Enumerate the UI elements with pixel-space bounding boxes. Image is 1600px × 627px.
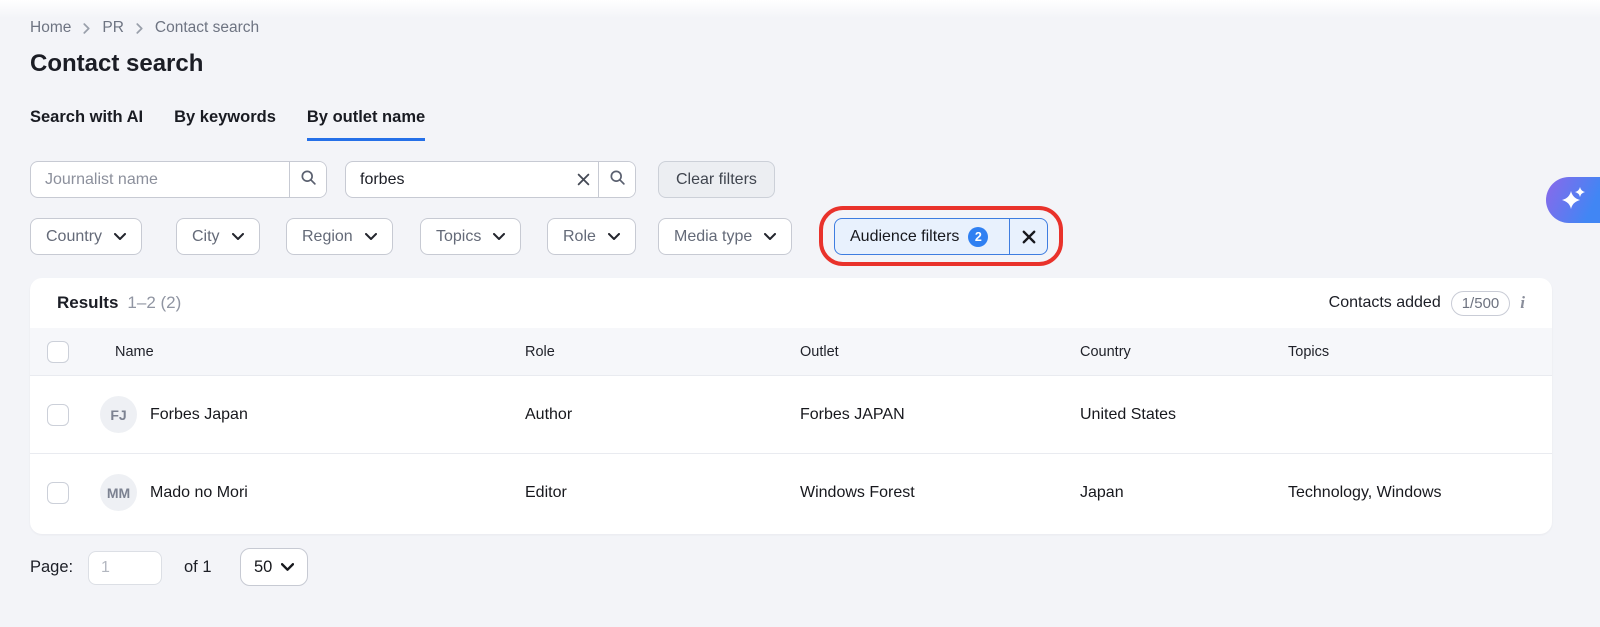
contact-name[interactable]: Mado no Mori [150,484,248,502]
chevron-down-icon [231,228,244,246]
contact-topics-cell: Technology, Windows [1288,483,1442,501]
search-button[interactable] [289,162,326,197]
contact-role-cell: Editor [525,483,567,501]
filter-city-dropdown[interactable]: City [176,218,260,255]
column-header-role[interactable]: Role [525,328,555,375]
chevron-down-icon [764,228,777,246]
filter-country-dropdown[interactable]: Country [30,218,143,255]
page-count-label: of 1 [184,558,212,576]
page-label: Page: [30,558,74,576]
column-header-name[interactable]: Name [115,328,154,375]
chevron-down-icon [493,228,506,246]
tab-by-outlet-name[interactable]: By outlet name [306,108,426,141]
contact-country-cell: Japan [1080,483,1124,501]
audience-filters-chip[interactable]: Audience filters 2 [834,218,1048,255]
contact-outlet-cell: Forbes JAPAN [800,405,905,423]
chevron-down-icon [364,228,377,246]
chevron-down-icon [281,558,295,577]
breadcrumb: Home PR Contact search [30,19,259,37]
clear-input-icon[interactable] [568,162,598,197]
table-header-row: Name Role Outlet Country Topics [30,328,1552,375]
contact-role-cell: Author [525,405,573,423]
row-checkbox[interactable] [47,481,69,504]
results-header: Results 1–2 (2) Contacts added 1/500 i [30,278,1552,328]
breadcrumb-current: Contact search [154,19,260,36]
contact-country-cell: United States [1080,405,1177,423]
select-all-checkbox-cell [30,328,86,375]
avatar: FJ [100,396,137,433]
search-button[interactable] [598,162,635,197]
column-header-outlet[interactable]: Outlet [800,328,839,375]
table-row[interactable]: MM Mado no Mori Editor Windows Forest Ja… [30,453,1552,531]
breadcrumb-pr[interactable]: PR [102,19,124,37]
chevron-down-icon [114,228,127,246]
page-size-select[interactable]: 50 [240,548,309,586]
select-all-checkbox[interactable] [47,340,69,363]
search-icon [300,169,317,191]
row-checkbox[interactable] [47,403,69,426]
filter-role-dropdown[interactable]: Role [547,218,636,255]
chevron-right-icon [134,22,145,34]
journalist-name-input[interactable] [31,162,289,197]
contacts-added-label: Contacts added [1328,294,1441,311]
chevron-down-icon [607,228,620,246]
contact-name-cell: FJ Forbes Japan [100,376,248,453]
results-title: Results [57,293,119,312]
row-checkbox-cell [30,376,86,453]
filter-label: Role [563,227,596,245]
tab-bar: Search with AI By keywords By outlet nam… [30,108,426,141]
page-number-input[interactable] [88,551,162,585]
outlet-search-group [345,161,636,198]
contact-name[interactable]: Forbes Japan [150,406,248,424]
contacts-added: Contacts added 1/500 i [1328,290,1525,316]
column-header-topics[interactable]: Topics [1288,328,1329,375]
filter-media-type-dropdown[interactable]: Media type [658,218,793,255]
filter-label: Country [46,227,103,245]
audience-filters-count-badge: 2 [968,226,989,247]
contact-outlet-cell: Windows Forest [800,483,915,501]
outlet-name-input[interactable] [346,162,568,197]
breadcrumb-home[interactable]: Home [30,19,71,37]
tab-search-with-ai[interactable]: Search with AI [30,108,143,141]
table-row[interactable]: FJ Forbes Japan Author Forbes JAPAN Unit… [30,375,1552,453]
search-icon [609,169,626,191]
row-checkbox-cell [30,454,86,531]
filter-label: Media type [674,227,753,245]
results-range: 1–2 (2) [127,293,182,312]
tab-by-keywords[interactable]: By keywords [174,108,276,141]
close-icon[interactable] [1010,219,1047,254]
chevron-right-icon [81,22,92,34]
contact-name-cell: MM Mado no Mori [100,454,248,531]
journalist-search-group [30,161,327,198]
ai-assistant-button[interactable] [1546,177,1600,223]
filter-label: Region [302,227,353,245]
filter-region-dropdown[interactable]: Region [286,218,393,255]
page-size-value: 50 [254,557,273,576]
info-icon[interactable]: i [1520,293,1525,313]
filter-topics-dropdown[interactable]: Topics [420,218,522,255]
results-card: Results 1–2 (2) Contacts added 1/500 i N… [30,278,1552,534]
clear-filters-button[interactable]: Clear filters [658,161,775,198]
page-title: Contact search [30,50,204,77]
avatar: MM [100,474,137,511]
filter-label: City [192,227,220,245]
filter-label: Topics [436,227,482,245]
audience-filters-label: Audience filters [850,227,960,245]
sparkles-icon [1559,185,1589,215]
column-header-country[interactable]: Country [1080,328,1131,375]
contacts-added-count: 1/500 [1450,290,1511,316]
